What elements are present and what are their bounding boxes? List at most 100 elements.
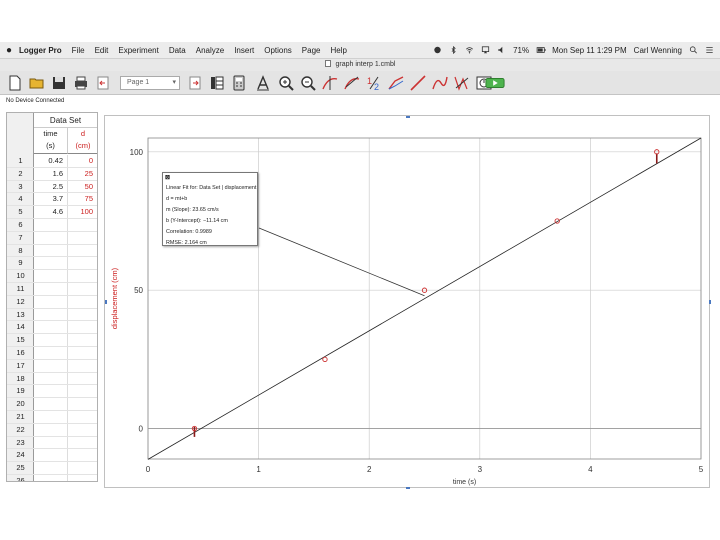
table-row[interactable]: 9	[7, 257, 97, 271]
menu-data[interactable]: Data	[164, 46, 191, 55]
calculator-icon[interactable]	[230, 74, 248, 92]
cell-time[interactable]: 2.5	[34, 180, 68, 193]
cell-time[interactable]	[34, 385, 68, 398]
menu-experiment[interactable]: Experiment	[113, 46, 163, 55]
volume-icon[interactable]	[497, 46, 506, 54]
table-row[interactable]: 3 2.5 50	[7, 180, 97, 194]
table-row[interactable]: 22	[7, 423, 97, 437]
cell-time[interactable]	[34, 321, 68, 334]
print-icon[interactable]	[72, 74, 90, 92]
cell-time[interactable]	[34, 231, 68, 244]
cell-d[interactable]: 75	[68, 193, 97, 206]
cell-time[interactable]	[34, 244, 68, 257]
clock[interactable]: Mon Sep 11 1:29 PM	[552, 46, 627, 55]
page-forward-icon[interactable]	[186, 74, 204, 92]
cell-time[interactable]	[34, 219, 68, 231]
table-row[interactable]: 5 4.6 100	[7, 206, 97, 219]
table-row[interactable]: 21	[7, 411, 97, 424]
model-icon[interactable]	[453, 74, 471, 92]
cell-time[interactable]	[34, 347, 68, 359]
integral-icon[interactable]: 12	[365, 74, 383, 92]
cell-time[interactable]	[34, 295, 68, 308]
cell-d[interactable]: 0	[68, 155, 97, 168]
column-header-d[interactable]: d (cm)	[68, 128, 97, 154]
data-table[interactable]: Data Set time (s) d (cm) 1 0.42 0 2 1.6 25 3 2.…	[6, 112, 98, 482]
menu-insert[interactable]: Insert	[229, 46, 259, 55]
data-browser-icon[interactable]	[208, 74, 226, 92]
table-row[interactable]: 2 1.6 25	[7, 167, 97, 181]
menu-page[interactable]: Page	[297, 46, 326, 55]
wifi-icon[interactable]	[465, 46, 474, 54]
cell-time[interactable]	[34, 270, 68, 282]
cell-time[interactable]	[34, 283, 68, 295]
table-row[interactable]: 26	[7, 475, 97, 481]
linear-fit-icon[interactable]	[409, 74, 427, 92]
stats-icon[interactable]	[387, 74, 405, 92]
column-header-time[interactable]: time (s)	[34, 128, 68, 154]
table-row[interactable]: 11	[7, 283, 97, 296]
notification-center-icon[interactable]	[705, 46, 714, 54]
tangent-icon[interactable]	[343, 74, 361, 92]
bluetooth-icon[interactable]	[449, 45, 458, 55]
back-icon[interactable]	[94, 74, 112, 92]
spotlight-icon[interactable]	[689, 46, 698, 54]
cell-time[interactable]	[34, 436, 68, 449]
cell-time[interactable]	[34, 475, 68, 481]
table-row[interactable]: 17	[7, 359, 97, 373]
cell-time[interactable]	[34, 462, 68, 474]
close-icon[interactable]: ⊠	[165, 174, 170, 181]
collect-icon[interactable]	[484, 74, 506, 92]
menu-options[interactable]: Options	[259, 46, 297, 55]
cell-time[interactable]	[34, 398, 68, 410]
table-row[interactable]: 23	[7, 436, 97, 450]
table-row[interactable]: 14	[7, 321, 97, 335]
cell-time[interactable]: 1.6	[34, 167, 68, 180]
cell-time[interactable]	[34, 359, 68, 372]
cell-time[interactable]	[34, 257, 68, 270]
table-row[interactable]: 6	[7, 219, 97, 232]
cell-time[interactable]: 0.42	[34, 155, 68, 167]
cell-d[interactable]: 25	[68, 168, 97, 181]
table-row[interactable]: 1 0.42 0	[7, 155, 97, 168]
table-row[interactable]: 15	[7, 334, 97, 347]
table-row[interactable]: 10	[7, 270, 97, 283]
table-row[interactable]: 7	[7, 231, 97, 245]
table-row[interactable]: 12	[7, 295, 97, 309]
table-row[interactable]: 18	[7, 372, 97, 386]
airplay-icon[interactable]	[481, 46, 490, 54]
cell-time[interactable]	[34, 449, 68, 462]
zoom-in-icon[interactable]	[277, 74, 295, 92]
cell-time[interactable]	[34, 411, 68, 423]
save-icon[interactable]	[50, 74, 68, 92]
zoom-out-icon[interactable]	[299, 74, 317, 92]
creative-cloud-icon[interactable]	[433, 46, 442, 54]
curve-fit-icon[interactable]	[431, 74, 449, 92]
menu-help[interactable]: Help	[325, 46, 351, 55]
table-row[interactable]: 24	[7, 449, 97, 463]
table-row[interactable]: 19	[7, 385, 97, 399]
cell-time[interactable]: 3.7	[34, 193, 68, 206]
apple-icon[interactable]: ●	[4, 45, 14, 56]
open-folder-icon[interactable]	[28, 74, 46, 92]
menu-edit[interactable]: Edit	[90, 46, 114, 55]
cell-time[interactable]	[34, 372, 68, 385]
linear-fit-annotation[interactable]: ⊠ Linear Fit for: Data Set | displacemen…	[162, 172, 258, 246]
user-name[interactable]: Carl Wenning	[634, 46, 682, 55]
menu-file[interactable]: File	[67, 46, 90, 55]
table-row[interactable]: 20	[7, 398, 97, 411]
page-selector[interactable]: Page 1 ▾	[120, 76, 180, 90]
cell-d[interactable]: 50	[68, 181, 97, 194]
cell-time[interactable]: 4.6	[34, 206, 68, 218]
text-annotation-icon[interactable]	[254, 74, 272, 92]
table-row[interactable]: 16	[7, 347, 97, 360]
table-row[interactable]: 4 3.7 75	[7, 193, 97, 207]
new-file-icon[interactable]	[6, 74, 24, 92]
table-row[interactable]: 25	[7, 462, 97, 475]
cell-time[interactable]	[34, 423, 68, 436]
menu-app-name[interactable]: Logger Pro	[14, 46, 67, 55]
cell-time[interactable]	[34, 334, 68, 346]
battery-percent[interactable]: 71%	[513, 46, 529, 55]
menu-analyze[interactable]: Analyze	[191, 46, 229, 55]
table-row[interactable]: 13	[7, 308, 97, 322]
cell-time[interactable]	[34, 308, 68, 321]
